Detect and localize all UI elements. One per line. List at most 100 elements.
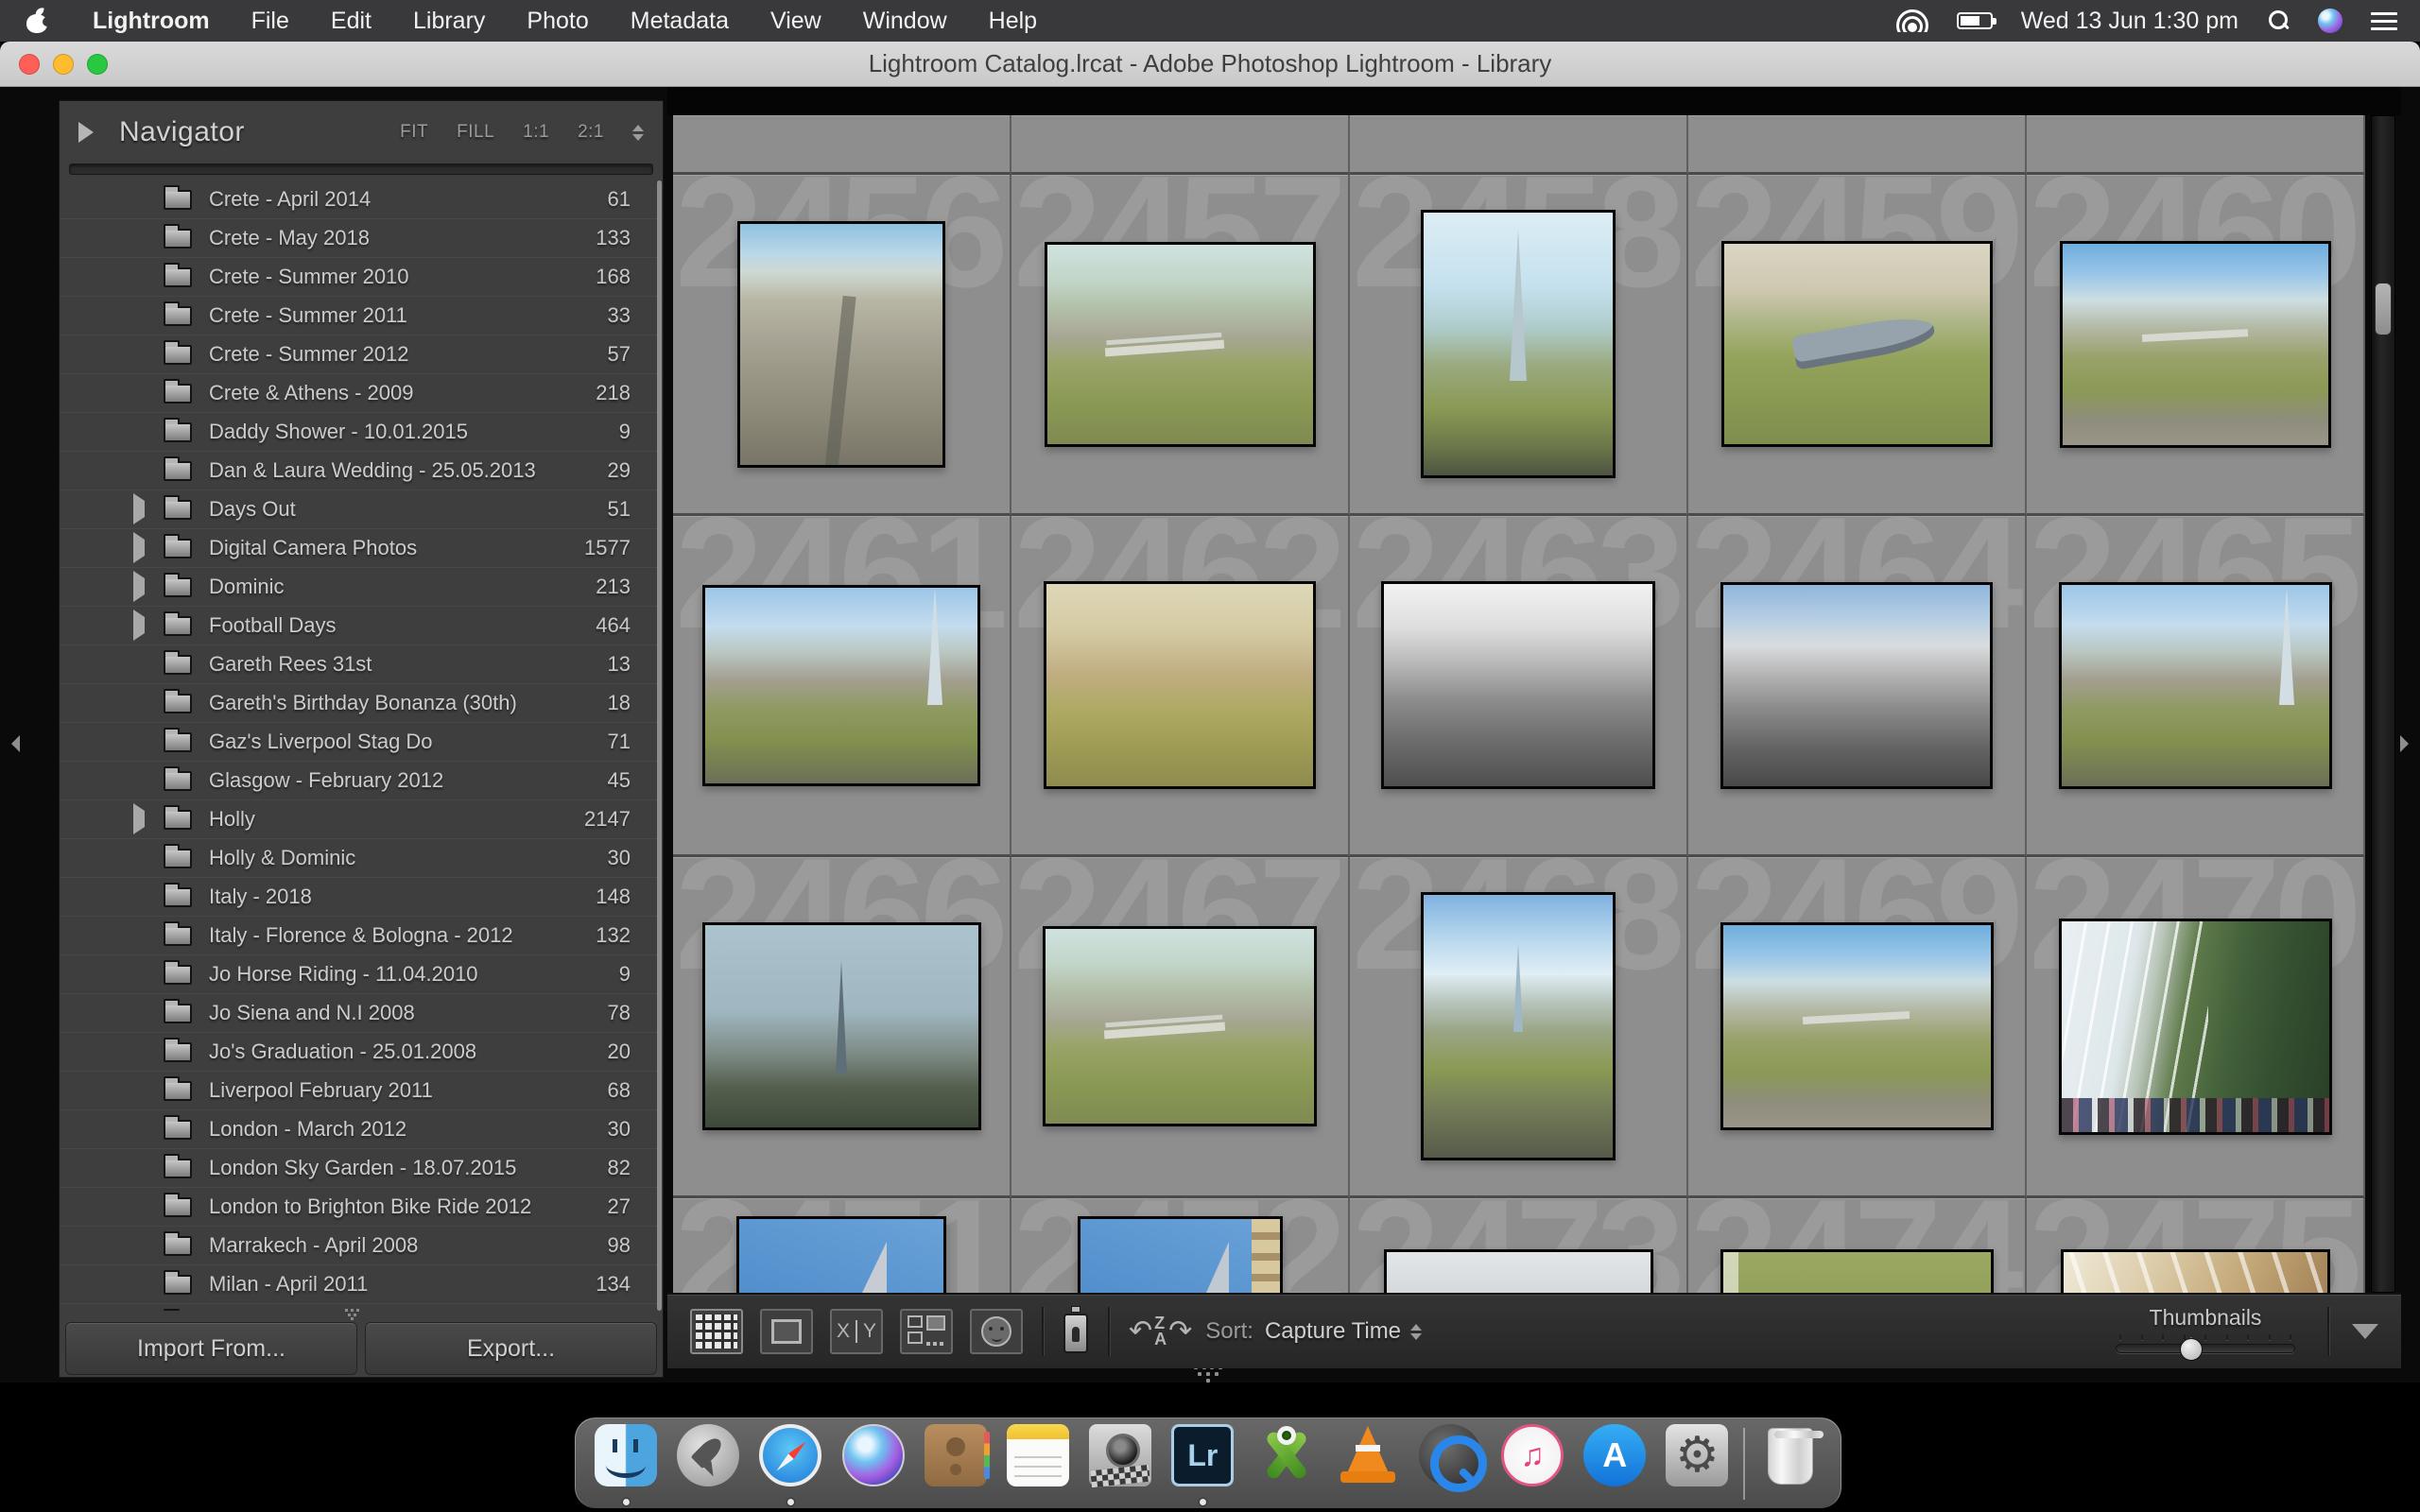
photo-thumbnail-2463[interactable] xyxy=(1381,581,1655,789)
folder-row[interactable]: Milan - April 2011134 xyxy=(60,1265,663,1304)
folder-row[interactable]: Crete - Summer 201257 xyxy=(60,335,663,374)
photo-thumbnail-2461[interactable] xyxy=(702,585,980,786)
folder-row[interactable]: Daddy Shower - 10.01.20159 xyxy=(60,413,663,452)
grid-cell[interactable]: 2472 xyxy=(1011,1198,1350,1293)
folder-row[interactable]: London Sky Garden - 18.07.201582 xyxy=(60,1149,663,1188)
photo-thumbnail-2458[interactable] xyxy=(1421,210,1616,478)
photo-thumbnail-2459[interactable] xyxy=(1721,241,1993,447)
folder-row[interactable]: Crete - Summer 201133 xyxy=(60,297,663,335)
folder-row[interactable]: Crete & Athens - 2009218 xyxy=(60,374,663,413)
sort-value-dropdown[interactable]: Capture Time xyxy=(1265,1318,1401,1345)
folder-row[interactable]: Days Out51 xyxy=(60,490,663,529)
folder-expand-icon[interactable] xyxy=(131,540,148,557)
grid-cell[interactable]: 2471 xyxy=(673,1198,1011,1293)
photo-thumbnail-2457[interactable] xyxy=(1045,242,1316,447)
photo-thumbnail-2469[interactable] xyxy=(1720,922,1994,1130)
collapsed-module-picker-bar[interactable] xyxy=(667,87,2401,115)
dock-icon-contacts[interactable] xyxy=(919,1424,993,1507)
folder-row[interactable]: Italy - Florence & Bologna - 2012132 xyxy=(60,917,663,955)
wifi-icon[interactable] xyxy=(1896,9,1928,32)
dock-icon-lightroom[interactable]: Lr xyxy=(1166,1424,1239,1507)
dock-icon-sysprefs[interactable]: ⚙ xyxy=(1660,1424,1734,1507)
folder-row[interactable]: Crete - April 201461 xyxy=(60,180,663,219)
photo-thumbnail-2468[interactable] xyxy=(1421,892,1616,1160)
zoom-mode-fit[interactable]: FIT xyxy=(400,122,428,143)
photo-thumbnail-2473[interactable] xyxy=(1384,1249,1653,1293)
folder-row[interactable]: Italy - 2018148 xyxy=(60,878,663,917)
sort-direction-button[interactable]: ↶ ZA ↷ xyxy=(1129,1315,1192,1348)
folder-expand-icon[interactable] xyxy=(131,811,148,828)
grid-cell[interactable]: 2468 xyxy=(1350,857,1688,1198)
panel-collapse-grip[interactable] xyxy=(351,1309,354,1312)
slider-track[interactable] xyxy=(2116,1344,2295,1353)
grid-view-button[interactable] xyxy=(690,1309,743,1354)
folder-row[interactable]: Gaz's Liverpool Stag Do71 xyxy=(60,723,663,762)
grid-scrollbar-track[interactable] xyxy=(2371,115,2395,1293)
import-button[interactable]: Import From... xyxy=(65,1322,357,1375)
menu-item-photo[interactable]: Photo xyxy=(506,8,609,34)
grid-cell-empty[interactable] xyxy=(1350,115,1688,175)
grid-cell-empty[interactable] xyxy=(1011,115,1350,175)
slider-thumb[interactable] xyxy=(2180,1334,2203,1359)
battery-icon[interactable] xyxy=(1957,12,1993,29)
dock-icon-quicktime[interactable] xyxy=(1413,1424,1487,1507)
reveal-right-panel-arrow[interactable] xyxy=(2400,735,2417,752)
grid-cell-empty[interactable] xyxy=(2027,115,2365,175)
dock-icon-finder[interactable] xyxy=(589,1424,663,1507)
navigator-disclosure-icon[interactable] xyxy=(78,122,104,143)
grid-cell[interactable]: 2473 xyxy=(1350,1198,1688,1293)
compare-view-button[interactable]: XY xyxy=(830,1309,883,1354)
dock-icon-greenx[interactable] xyxy=(1249,1424,1322,1507)
folder-row[interactable]: London to Brighton Bike Ride 201227 xyxy=(60,1188,663,1227)
folder-row[interactable]: Dominic213 xyxy=(60,568,663,607)
grid-cell[interactable]: 2461 xyxy=(673,516,1011,857)
folder-row[interactable]: Crete - Summer 2010168 xyxy=(60,258,663,297)
folder-row[interactable]: Holly2147 xyxy=(60,800,663,839)
grid-cell-empty[interactable] xyxy=(1688,115,2027,175)
folder-row[interactable]: Dan & Laura Wedding - 25.05.201329 xyxy=(60,452,663,490)
photo-thumbnail-2465[interactable] xyxy=(2059,582,2332,789)
navigator-header[interactable]: Navigator FIT FILL 1:1 2:1 xyxy=(60,101,663,163)
sort-stepper-icon[interactable] xyxy=(1410,1318,1422,1346)
dock-icon-siri[interactable] xyxy=(837,1424,910,1507)
people-view-button[interactable] xyxy=(970,1309,1023,1354)
folders-scrollbar[interactable] xyxy=(657,180,662,1311)
folder-row[interactable]: Football Days464 xyxy=(60,607,663,645)
grid-cell-empty[interactable] xyxy=(673,115,1011,175)
menu-item-file[interactable]: File xyxy=(231,8,310,34)
menu-item-lightroom[interactable]: Lightroom xyxy=(72,8,231,34)
grid-cell[interactable]: 2475 xyxy=(2027,1198,2365,1293)
photo-thumbnail-2472[interactable] xyxy=(1078,1216,1283,1293)
menu-item-library[interactable]: Library xyxy=(392,8,506,34)
menu-item-edit[interactable]: Edit xyxy=(310,8,392,34)
notification-center-icon[interactable] xyxy=(2371,12,2397,30)
menu-item-help[interactable]: Help xyxy=(968,8,1058,34)
folder-expand-icon[interactable] xyxy=(131,578,148,595)
grid-cell[interactable]: 2458 xyxy=(1350,175,1688,516)
folder-row[interactable]: Crete - May 2018133 xyxy=(60,219,663,258)
siri-icon[interactable] xyxy=(2318,9,2342,33)
painter-tool-button[interactable] xyxy=(1063,1306,1089,1357)
grid-cell[interactable]: 2465 xyxy=(2027,516,2365,857)
grid-cell[interactable]: 2469 xyxy=(1688,857,2027,1198)
grid-cell[interactable]: 2467 xyxy=(1011,857,1350,1198)
folder-row[interactable]: Digital Camera Photos1577 xyxy=(60,529,663,568)
menu-item-metadata[interactable]: Metadata xyxy=(610,8,750,34)
folder-row[interactable]: Gareth Rees 31st13 xyxy=(60,645,663,684)
photo-thumbnail-2466[interactable] xyxy=(702,922,981,1130)
grid-cell[interactable]: 2456 xyxy=(673,175,1011,516)
navigator-preview-collapsed[interactable] xyxy=(69,163,653,175)
zoom-mode-fill[interactable]: FILL xyxy=(457,122,494,143)
grid-cell[interactable]: 2474 xyxy=(1688,1198,2027,1293)
folder-row[interactable]: Jo Horse Riding - 11.04.20109 xyxy=(60,955,663,994)
grid-scrollbar-thumb[interactable] xyxy=(2375,283,2392,335)
photo-thumbnail-2471[interactable] xyxy=(736,1216,946,1293)
dock-icon-safari[interactable] xyxy=(753,1424,827,1507)
folder-row[interactable]: Glasgow - February 201245 xyxy=(60,762,663,800)
survey-view-button[interactable] xyxy=(900,1309,953,1354)
photo-thumbnail-2475[interactable] xyxy=(2061,1249,2330,1293)
photo-thumbnail-2474[interactable] xyxy=(1720,1249,1994,1293)
dock-icon-launchpad[interactable] xyxy=(671,1424,745,1507)
grid-cell[interactable]: 2463 xyxy=(1350,516,1688,857)
spotlight-icon[interactable] xyxy=(2267,9,2290,32)
